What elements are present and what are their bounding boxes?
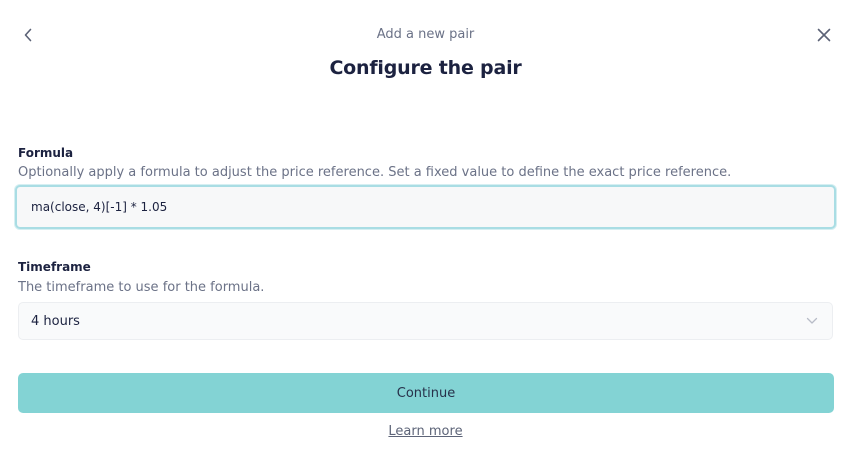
close-button[interactable] [812, 24, 836, 46]
timeframe-select[interactable]: 4 hours [18, 302, 833, 340]
configure-pair-dialog: Add a new pair Configure the pair Formul… [0, 0, 851, 457]
continue-button-label: Continue [396, 385, 456, 401]
chevron-down-icon [806, 316, 818, 326]
learn-more-link[interactable]: Learn more [388, 424, 462, 439]
timeframe-help-text: The timeframe to use for the formula. [18, 280, 265, 295]
formula-input-value: ma(close, 4)[-1] * 1.05 [31, 200, 168, 214]
learn-more-container: Learn more [0, 424, 851, 439]
timeframe-selected-value: 4 hours [31, 313, 80, 329]
formula-label: Formula [18, 146, 74, 160]
close-icon [817, 28, 831, 42]
formula-input[interactable]: ma(close, 4)[-1] * 1.05 [15, 185, 836, 229]
continue-button[interactable]: Continue [18, 373, 834, 413]
page-title: Configure the pair [329, 57, 522, 79]
formula-help-text: Optionally apply a formula to adjust the… [18, 165, 732, 180]
timeframe-label: Timeframe [18, 260, 91, 274]
dialog-subtitle: Add a new pair [376, 27, 475, 42]
